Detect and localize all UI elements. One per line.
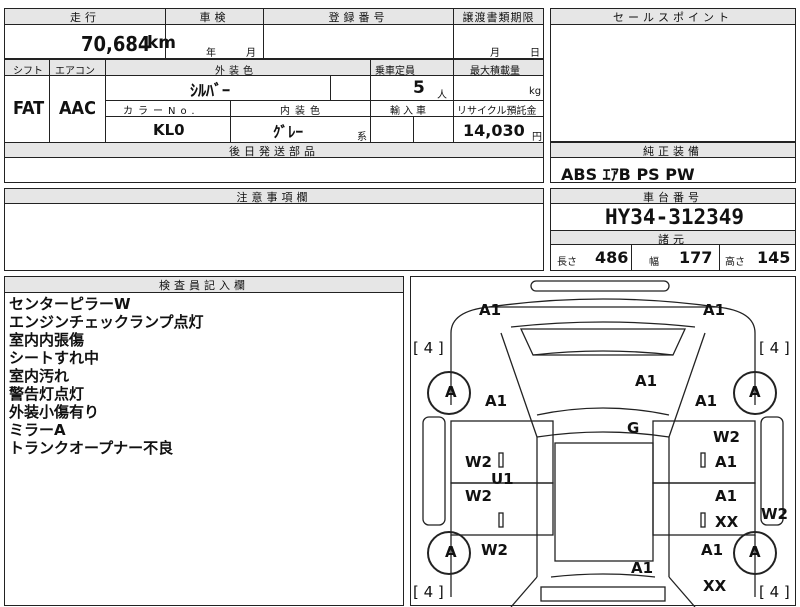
recycle-unit: 円 <box>532 132 542 143</box>
damage-mark: U1 <box>491 470 514 488</box>
height-label: 高さ <box>725 257 745 268</box>
damage-mark: A1 <box>631 559 654 577</box>
damage-mark: A1 <box>635 372 658 390</box>
chassis-label: 車台番号 <box>551 189 795 204</box>
notes-box: 注意事項欄 <box>4 188 544 271</box>
width-label: 幅 <box>649 257 659 268</box>
inspector-line: ミラーA <box>9 421 66 439</box>
damage-mark: XX <box>703 577 727 595</box>
transfer-label: 譲渡書類期限 <box>454 9 543 25</box>
damage-mark: A1 <box>701 541 724 559</box>
inspector-line: エンジンチェックランプ点灯 <box>9 313 204 331</box>
inspection-box: 車検 年 月 <box>165 8 264 59</box>
shift-label: シフト <box>13 66 43 77</box>
inspector-line: 警告灯点灯 <box>9 385 85 403</box>
damage-mark: W2 <box>761 505 788 523</box>
damage-mark: W2 <box>481 541 508 559</box>
ac-label: エアコン <box>55 66 95 77</box>
damage-mark: W2 <box>713 428 740 446</box>
interior-label: 内装色 <box>280 106 325 117</box>
transfer-box: 譲渡書類期限 月 日 <box>453 8 544 59</box>
inspection-year: 年 <box>206 48 216 59</box>
inspection-month: 月 <box>246 48 256 59</box>
ac-value: AAC <box>59 98 96 119</box>
later-parts-box: 後日発送部品 <box>4 142 544 183</box>
inspector-line: トランクオープナー不良 <box>9 439 174 457</box>
import-label: 輸入車 <box>390 106 429 117</box>
wheel-mark: A <box>445 543 457 561</box>
load-label: 最大積載量 <box>470 66 520 77</box>
spec-table: シフト エアコン 外装色 乗車定員 最大積載量 FAT AAC ｼﾙﾊﾞｰ 5 … <box>4 59 544 143</box>
color-no-label: カラーNo. <box>123 106 200 117</box>
color-no-value: KL0 <box>153 121 185 139</box>
damage-mark: A1 <box>485 392 508 410</box>
damage-mark: A1 <box>695 392 718 410</box>
dimensions-label: 諸元 <box>551 230 795 246</box>
recycle-label: リサイクル預託金 <box>457 106 537 117</box>
inspector-line: 室内内張傷 <box>9 331 85 349</box>
mileage-value: 70,684 <box>81 32 151 56</box>
later-parts-label: 後日発送部品 <box>5 143 543 158</box>
car-diagram: A A A A [ 4 ] [ 4 ] [ 4 ] [ 4 ] A1 A1 A1… <box>410 276 796 607</box>
tire-label: [ 4 ] <box>413 339 444 357</box>
equipment-value: ABS ｴｱB PS PW <box>561 165 695 184</box>
length-value: 486 <box>595 248 629 267</box>
mileage-box: 走行 70,684 km <box>4 8 176 59</box>
transfer-day: 日 <box>530 48 540 59</box>
chassis-box: 車台番号 HY34-312349 諸元 長さ 486 幅 177 高さ 145 <box>550 188 796 271</box>
sales-point-box: セールスポイント <box>550 8 796 142</box>
load-unit: kg <box>529 86 542 97</box>
tire-label: [ 4 ] <box>759 583 790 601</box>
capacity-unit: 人 <box>437 90 447 101</box>
interior-value: ｸﾞﾚｰ <box>273 123 304 141</box>
equipment-box: 純正装備 ABS ｴｱB PS PW <box>550 142 796 184</box>
inspection-label: 車検 <box>166 9 263 25</box>
shift-value: FAT <box>13 98 45 119</box>
inspector-line: センターピラーW <box>9 295 131 313</box>
inspector-line: 外装小傷有り <box>9 403 100 421</box>
sales-point-label: セールスポイント <box>551 9 795 25</box>
inspector-label: 検査員記入欄 <box>5 277 403 293</box>
width-value: 177 <box>679 248 713 267</box>
damage-mark: A1 <box>479 301 502 319</box>
damage-mark: G <box>627 419 640 437</box>
color-value: ｼﾙﾊﾞｰ <box>190 81 231 100</box>
height-value: 145 <box>757 248 791 267</box>
length-label: 長さ <box>557 257 577 268</box>
interior-suffix: 系 <box>357 132 367 143</box>
inspector-box: 検査員記入欄 センターピラーW エンジンチェックランプ点灯 室内内張傷 シートす… <box>4 276 404 606</box>
color-label: 外装色 <box>215 66 257 77</box>
tire-label: [ 4 ] <box>759 339 790 357</box>
registration-label: 登録番号 <box>264 9 453 25</box>
damage-mark: XX <box>715 513 739 531</box>
wheel-mark: A <box>445 383 457 401</box>
damage-mark: A1 <box>715 487 738 505</box>
wheel-mark: A <box>749 383 761 401</box>
damage-mark: W2 <box>465 453 492 471</box>
inspector-line: シートすれ中 <box>9 349 100 367</box>
recycle-value: 14,030 <box>463 121 525 140</box>
tire-label: [ 4 ] <box>413 583 444 601</box>
wheel-mark: A <box>749 543 761 561</box>
mileage-label: 走行 <box>5 9 165 25</box>
registration-box: 登録番号 <box>263 8 454 59</box>
transfer-month: 月 <box>490 48 500 59</box>
inspector-line: 室内汚れ <box>9 367 70 385</box>
notes-label: 注意事項欄 <box>5 189 543 204</box>
damage-mark: W2 <box>465 487 492 505</box>
damage-mark: A1 <box>703 301 726 319</box>
capacity-label: 乗車定員 <box>375 66 415 77</box>
damage-mark: A1 <box>715 453 738 471</box>
chassis-value: HY34-312349 <box>605 205 745 229</box>
inspector-lines: センターピラーW エンジンチェックランプ点灯 室内内張傷 シートすれ中 室内汚れ… <box>9 295 204 457</box>
equipment-label: 純正装備 <box>551 143 795 158</box>
capacity-value: 5 <box>413 78 425 98</box>
